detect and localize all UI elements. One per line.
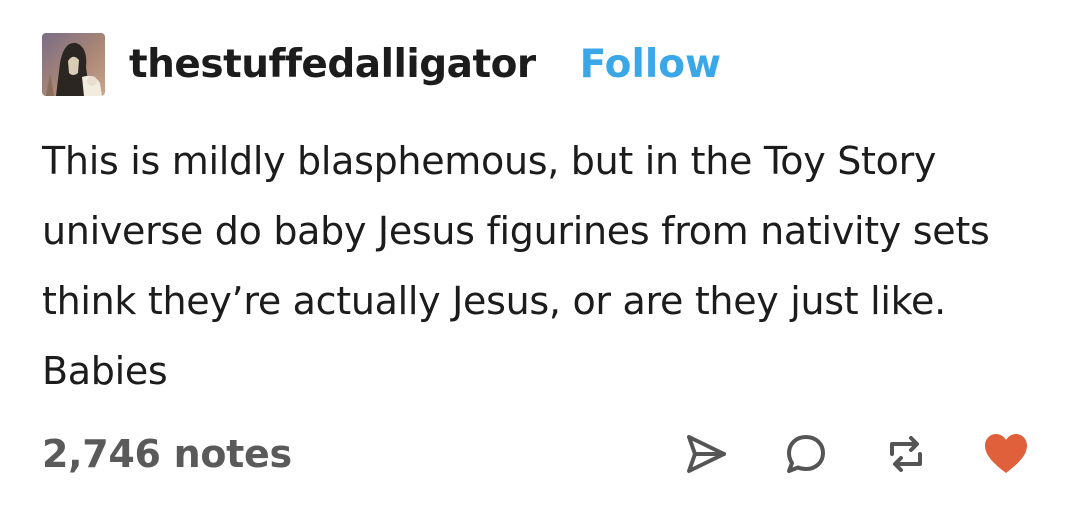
- post-body: This is mildly blasphemous, but in the T…: [42, 139, 990, 393]
- reblog-button[interactable]: [880, 428, 932, 480]
- share-button[interactable]: [680, 428, 732, 480]
- heart-icon: [985, 434, 1027, 473]
- username[interactable]: thestuffedalligator: [129, 45, 536, 84]
- reblog-icon: [890, 436, 922, 472]
- post-footer: 2,746 notes: [42, 424, 1032, 484]
- share-icon: [687, 435, 726, 473]
- post-actions: [680, 428, 1032, 480]
- post-header: thestuffedalligator Follow: [42, 32, 721, 96]
- avatar[interactable]: [42, 32, 105, 96]
- reply-button[interactable]: [780, 428, 832, 480]
- avatar-image: [42, 32, 105, 96]
- notes-count[interactable]: 2,746 notes: [42, 432, 292, 476]
- reply-icon: [787, 435, 825, 473]
- follow-button[interactable]: Follow: [580, 45, 721, 84]
- like-button[interactable]: [980, 428, 1032, 480]
